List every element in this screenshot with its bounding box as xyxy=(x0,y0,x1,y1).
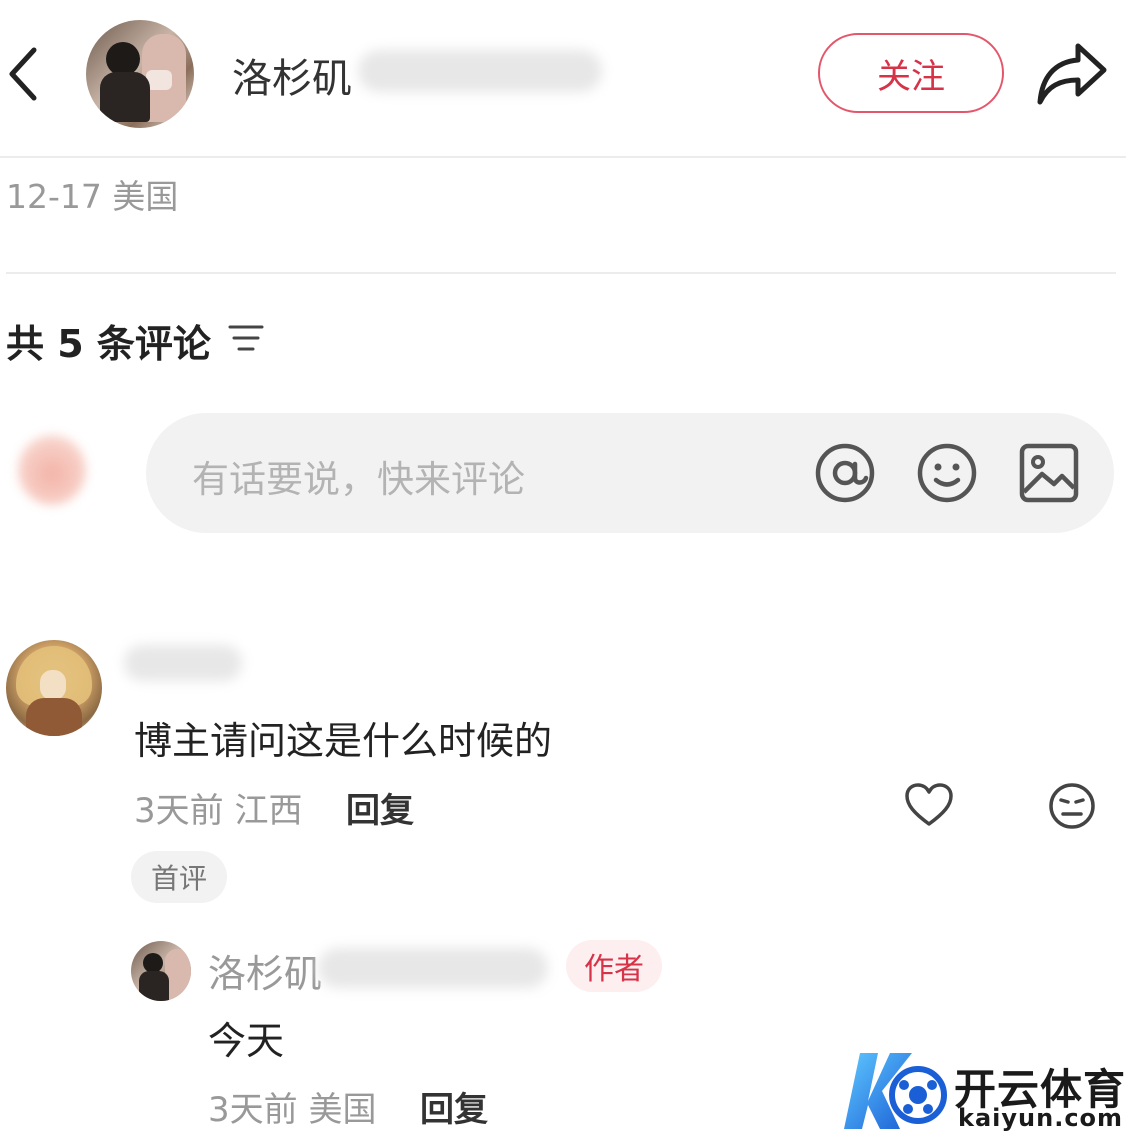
watermark-brand-en: kaiyun.com xyxy=(958,1104,1124,1132)
share-icon[interactable] xyxy=(1036,40,1108,106)
comment-input-placeholder: 有话要说，快来评论 xyxy=(192,458,525,501)
redacted-name-mask xyxy=(358,50,602,92)
author-badge: 作者 xyxy=(566,940,662,992)
at-icon[interactable] xyxy=(814,442,876,504)
first-comment-badge: 首评 xyxy=(131,851,227,903)
emoji-icon[interactable] xyxy=(916,442,978,504)
author-name[interactable]: 洛杉矶 xyxy=(232,46,352,104)
heart-icon[interactable] xyxy=(904,782,954,828)
reply-meta: 3天前 美国 xyxy=(208,1090,377,1130)
watermark-logo-icon xyxy=(844,1053,947,1129)
commenter-avatar[interactable] xyxy=(6,640,102,736)
header-divider xyxy=(0,156,1126,158)
section-divider xyxy=(6,272,1116,274)
comment-meta: 3天前 江西 xyxy=(134,791,303,831)
back-icon[interactable] xyxy=(4,44,44,104)
my-avatar xyxy=(18,435,86,505)
redacted-reply-name xyxy=(318,948,548,988)
comment-count: 共 5 条评论 xyxy=(6,322,211,366)
reply-author-name[interactable]: 洛杉矶 xyxy=(208,943,322,998)
dislike-icon[interactable] xyxy=(1048,782,1096,830)
redacted-commenter-name xyxy=(124,645,242,681)
comment-reply-button[interactable]: 回复 xyxy=(346,783,414,832)
post-date-location: 12-17 美国 xyxy=(6,177,179,216)
sort-icon[interactable] xyxy=(228,322,264,354)
reply-reply-button[interactable]: 回复 xyxy=(420,1082,488,1131)
author-name-text: 洛杉矶 xyxy=(232,56,352,102)
author-avatar[interactable] xyxy=(86,20,194,128)
follow-button[interactable]: 关注 xyxy=(818,33,1004,113)
comment-text: 博主请问这是什么时候的 xyxy=(134,719,553,763)
image-icon[interactable] xyxy=(1018,442,1080,504)
reply-author-avatar[interactable] xyxy=(131,941,191,1001)
reply-text: 今天 xyxy=(208,1019,285,1063)
